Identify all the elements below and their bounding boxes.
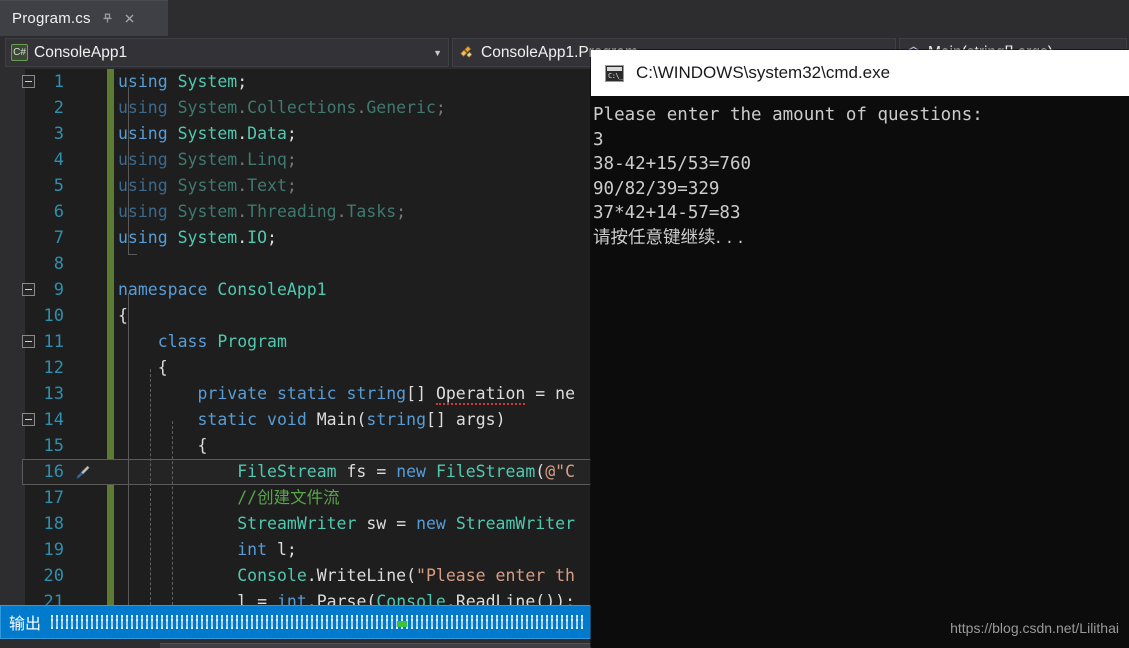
line-number: 4: [53, 150, 64, 170]
line-text: {: [197, 436, 208, 455]
output-panel-title: 输出: [9, 614, 42, 633]
console-output-line: 37*42+14-57=83: [593, 203, 741, 223]
collapse-outline-icon[interactable]: [22, 413, 35, 426]
dock-drag-pattern: [51, 615, 584, 629]
line-number: 3: [53, 124, 64, 144]
line-text: {: [157, 358, 168, 377]
line-text: Console.WriteLine("Please enter th: [237, 566, 575, 585]
bottom-chrome-strip-inner: [160, 643, 591, 648]
document-tab-program-cs[interactable]: Program.cs: [0, 0, 168, 36]
line-text: using System.Threading.Tasks;: [118, 202, 407, 221]
line-number: 6: [53, 202, 64, 222]
collapse-outline-icon[interactable]: [22, 335, 35, 348]
screenshot-root: Program.cs C# ConsoleApp1 ▼ ConsoleApp1.…: [0, 0, 1129, 648]
line-text: int l;: [237, 540, 297, 559]
console-output-line: 38-42+15/53=760: [593, 154, 752, 174]
line-text: static void Main(string[] args): [197, 410, 506, 429]
line-text: using System.Linq;: [118, 150, 297, 169]
line-number: 19: [43, 540, 64, 560]
console-press-any-key-line: 请按任意键继续. . .: [593, 227, 744, 248]
indent-guide: [172, 421, 173, 605]
watermark-url: https://blog.csdn.net/Lilithai: [950, 620, 1119, 636]
line-number: 18: [43, 514, 64, 534]
editor-change-tracking-bar: [107, 69, 114, 605]
line-text: StreamWriter sw = new StreamWriter: [237, 514, 576, 533]
indent-guide: [150, 369, 151, 605]
line-text: l = int.Parse(Console.ReadLine());: [237, 592, 576, 605]
line-number: 7: [53, 228, 64, 248]
navbar-project-dropdown[interactable]: C# ConsoleApp1 ▼: [5, 38, 449, 67]
cmd-console-window[interactable]: C:\_ C:\WINDOWS\system32\cmd.exe Please …: [591, 50, 1129, 648]
line-number: 13: [43, 384, 64, 404]
line-number: 10: [43, 306, 64, 326]
class-icon: [458, 44, 475, 61]
cmd-title-label: C:\WINDOWS\system32\cmd.exe: [636, 63, 891, 82]
console-output-line: Please enter the amount of questions:: [593, 105, 983, 125]
console-output-line: 3: [593, 129, 604, 150]
line-number: 2: [53, 98, 64, 118]
indent-guide: [128, 293, 129, 605]
close-icon[interactable]: [122, 11, 138, 27]
line-text: using System.Collections.Generic;: [118, 98, 446, 117]
cmd-console-output[interactable]: Please enter the amount of questions: 3 38…: [591, 96, 1129, 250]
line-text: using System.Text;: [118, 176, 297, 195]
line-text: private static string[] Operation = ne: [197, 384, 576, 405]
line-text: FileStream fs = new FileStream(@"C: [237, 462, 576, 481]
line-number: 16: [43, 462, 64, 482]
line-number: 21: [43, 592, 64, 605]
cmd-console-icon: C:\_: [605, 64, 624, 82]
line-number: 8: [53, 254, 64, 274]
line-text: class Program: [157, 332, 287, 351]
indent-guide: [128, 87, 129, 255]
document-tab-label: Program.cs: [12, 10, 91, 27]
line-text: namespace ConsoleApp1: [118, 280, 327, 299]
cmd-title-bar[interactable]: C:\_ C:\WINDOWS\system32\cmd.exe: [591, 50, 1129, 96]
line-number: 17: [43, 488, 64, 508]
pin-icon[interactable]: [100, 11, 116, 27]
green-drop-marker: [397, 621, 407, 627]
console-output-line: 90/82/39=329: [593, 178, 720, 199]
line-text: using System.IO;: [118, 228, 277, 247]
line-number: 20: [43, 566, 64, 586]
line-text: {: [118, 306, 128, 325]
line-text: using System.Data;: [118, 124, 297, 143]
navbar-project-label: ConsoleApp1: [34, 43, 128, 61]
line-number: 15: [43, 436, 64, 456]
indent-guide: [128, 254, 137, 255]
chevron-down-icon[interactable]: ▼: [423, 48, 442, 58]
collapse-outline-icon[interactable]: [22, 283, 35, 296]
line-text: using System;: [118, 72, 248, 91]
line-text: //创建文件流: [237, 488, 340, 507]
output-panel-dock-preview[interactable]: 输出: [0, 605, 591, 639]
screwdriver-quick-action-icon[interactable]: [72, 463, 92, 483]
line-number: 5: [53, 176, 64, 196]
document-tab-strip: Program.cs: [0, 0, 1129, 36]
csharp-project-icon: C#: [11, 44, 28, 61]
collapse-outline-icon[interactable]: [22, 75, 35, 88]
line-number: 12: [43, 358, 64, 378]
